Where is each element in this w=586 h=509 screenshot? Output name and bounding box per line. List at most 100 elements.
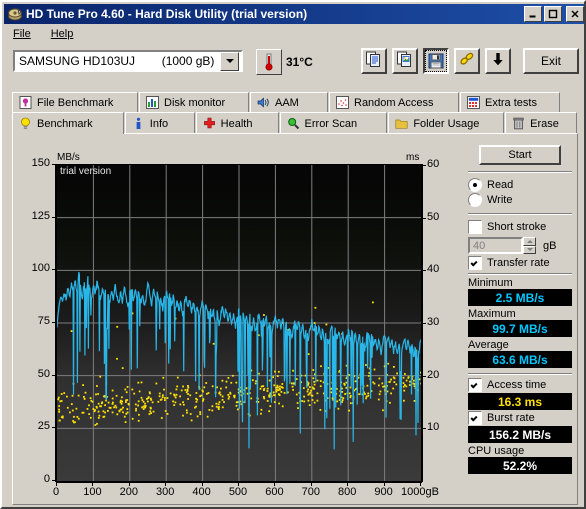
tab-health-label: Health — [220, 117, 253, 130]
chevron-down-icon[interactable] — [220, 51, 239, 71]
short-stroke-unit-label: gB — [543, 239, 557, 252]
cpu-usage-value: 52.2% — [468, 457, 572, 474]
spin-down-icon[interactable] — [523, 245, 536, 254]
close-button[interactable] — [566, 6, 584, 22]
y-tick-100: 100 — [31, 262, 50, 275]
checkbox-burst-rate-icon — [468, 411, 482, 425]
short-stroke-input[interactable]: 40 — [468, 237, 523, 254]
tab-disk-monitor[interactable]: Disk monitor — [139, 92, 249, 112]
minimum-value: 2.5 MB/s — [468, 289, 572, 306]
tab-bar: File Benchmark Disk monitor AAM Random A… — [12, 90, 578, 134]
trial-watermark: trial version — [60, 166, 112, 177]
menu-help-label: Help — [50, 27, 74, 40]
checkbox-burst-rate[interactable]: Burst rate — [468, 411, 572, 425]
radio-read-label: Read — [487, 179, 514, 191]
floppy-save-icon — [425, 50, 447, 72]
save-button[interactable] — [423, 48, 449, 74]
maximum-value: 99.7 MB/s — [468, 320, 572, 337]
speaker-icon — [257, 96, 270, 109]
trash-icon — [512, 117, 525, 130]
transfer-rate-chart: trial version — [56, 164, 422, 482]
access-time-value: 16.3 ms — [468, 393, 572, 410]
tab-benchmark-label: Benchmark — [37, 117, 93, 130]
checkbox-access-time-icon — [468, 378, 482, 392]
divider-2 — [468, 213, 572, 215]
divider-4 — [468, 373, 572, 375]
checkbox-access-time[interactable]: Access time — [468, 378, 572, 392]
tab-erase-label: Erase — [530, 117, 559, 130]
checkbox-access-time-label: Access time — [487, 379, 547, 391]
tab-row-bottom: Benchmark Info Health Error Scan Folder … — [12, 112, 578, 134]
minimize-button[interactable] — [524, 6, 542, 22]
lightbulb-icon — [19, 117, 32, 130]
divider-1 — [468, 171, 572, 173]
tab-benchmark[interactable]: Benchmark — [12, 112, 124, 134]
checkbox-transfer-rate-label: Transfer rate — [487, 257, 550, 269]
tab-folder-usage-label: Folder Usage — [413, 117, 480, 130]
y-tick-150: 150 — [31, 157, 50, 169]
y-tick-50: 50 — [37, 367, 50, 380]
radio-write[interactable]: Write — [468, 193, 572, 207]
tab-erase[interactable]: Erase — [505, 112, 577, 134]
tab-random-access-label: Random Access — [354, 96, 434, 109]
exit-button-label: Exit — [540, 54, 561, 68]
menu-bar: File Help — [4, 24, 584, 43]
tab-aam[interactable]: AAM — [250, 92, 328, 112]
copy-text-icon — [365, 50, 383, 73]
tab-extra-tests[interactable]: Extra tests — [460, 92, 560, 112]
x-tick-1000: 1000gB — [401, 486, 439, 498]
window-buttons — [524, 6, 584, 22]
short-stroke-stepper[interactable]: 40 gB — [468, 237, 572, 254]
download-button[interactable] — [485, 48, 511, 74]
checkbox-short-stroke-label: Short stroke — [487, 221, 547, 233]
radio-read[interactable]: Read — [468, 178, 572, 192]
radio-write-label: Write — [487, 194, 513, 206]
tab-extra-tests-label: Extra tests — [485, 96, 537, 109]
menu-item-file[interactable]: File — [10, 27, 34, 41]
info-icon — [132, 117, 145, 130]
y-axis-unit-label: MB/s — [57, 152, 80, 163]
down-arrow-icon — [490, 51, 506, 72]
random-access-icon — [336, 96, 349, 109]
drive-selector[interactable]: SAMSUNG HD103UJ (1000 gB) — [13, 50, 243, 72]
average-value: 63.6 MB/s — [468, 351, 572, 368]
link-button[interactable] — [454, 48, 480, 74]
checkbox-transfer-rate-icon — [468, 256, 482, 270]
exit-button[interactable]: Exit — [523, 48, 579, 74]
y2-tick-10: 10 — [427, 421, 440, 434]
window-title: HD Tune Pro 4.60 - Hard Disk Utility (tr… — [26, 7, 308, 21]
tab-file-benchmark[interactable]: File Benchmark — [12, 92, 138, 112]
tab-error-scan-label: Error Scan — [304, 117, 358, 130]
tab-info[interactable]: Info — [124, 112, 195, 134]
y2-tick-50: 50 — [427, 210, 440, 223]
checkbox-transfer-rate[interactable]: Transfer rate — [468, 256, 572, 270]
menu-item-help[interactable]: Help — [48, 27, 77, 41]
maximize-button[interactable] — [544, 6, 562, 22]
spin-up-icon[interactable] — [523, 237, 536, 246]
file-benchmark-icon — [19, 96, 32, 109]
health-cross-icon — [203, 117, 216, 130]
radio-write-icon — [468, 193, 482, 207]
short-stroke-spin-arrows[interactable] — [523, 237, 536, 254]
copy-image-icon — [396, 50, 414, 73]
tab-random-access[interactable]: Random Access — [329, 92, 459, 112]
start-button[interactable]: Start — [479, 145, 561, 165]
copy-text-button[interactable] — [361, 48, 387, 74]
maximum-label: Maximum — [468, 308, 516, 320]
burst-rate-value: 156.2 MB/s — [468, 426, 572, 443]
y2-tick-30: 30 — [427, 316, 440, 328]
tab-error-scan[interactable]: Error Scan — [279, 112, 388, 134]
tab-folder-usage[interactable]: Folder Usage — [388, 112, 505, 134]
folder-icon — [395, 117, 408, 130]
checkbox-burst-rate-label: Burst rate — [487, 412, 535, 424]
tab-health[interactable]: Health — [195, 112, 279, 134]
disk-monitor-icon — [146, 96, 159, 109]
checkbox-short-stroke[interactable]: Short stroke — [468, 220, 572, 234]
title-bar: HD Tune Pro 4.60 - Hard Disk Utility (tr… — [4, 4, 584, 24]
minimum-label: Minimum — [468, 277, 513, 289]
y-tick-75: 75 — [37, 315, 50, 327]
tab-row-top: File Benchmark Disk monitor AAM Random A… — [12, 90, 578, 112]
y2-tick-20: 20 — [427, 368, 440, 381]
tab-info-label: Info — [149, 117, 169, 130]
copy-image-button[interactable] — [392, 48, 418, 74]
